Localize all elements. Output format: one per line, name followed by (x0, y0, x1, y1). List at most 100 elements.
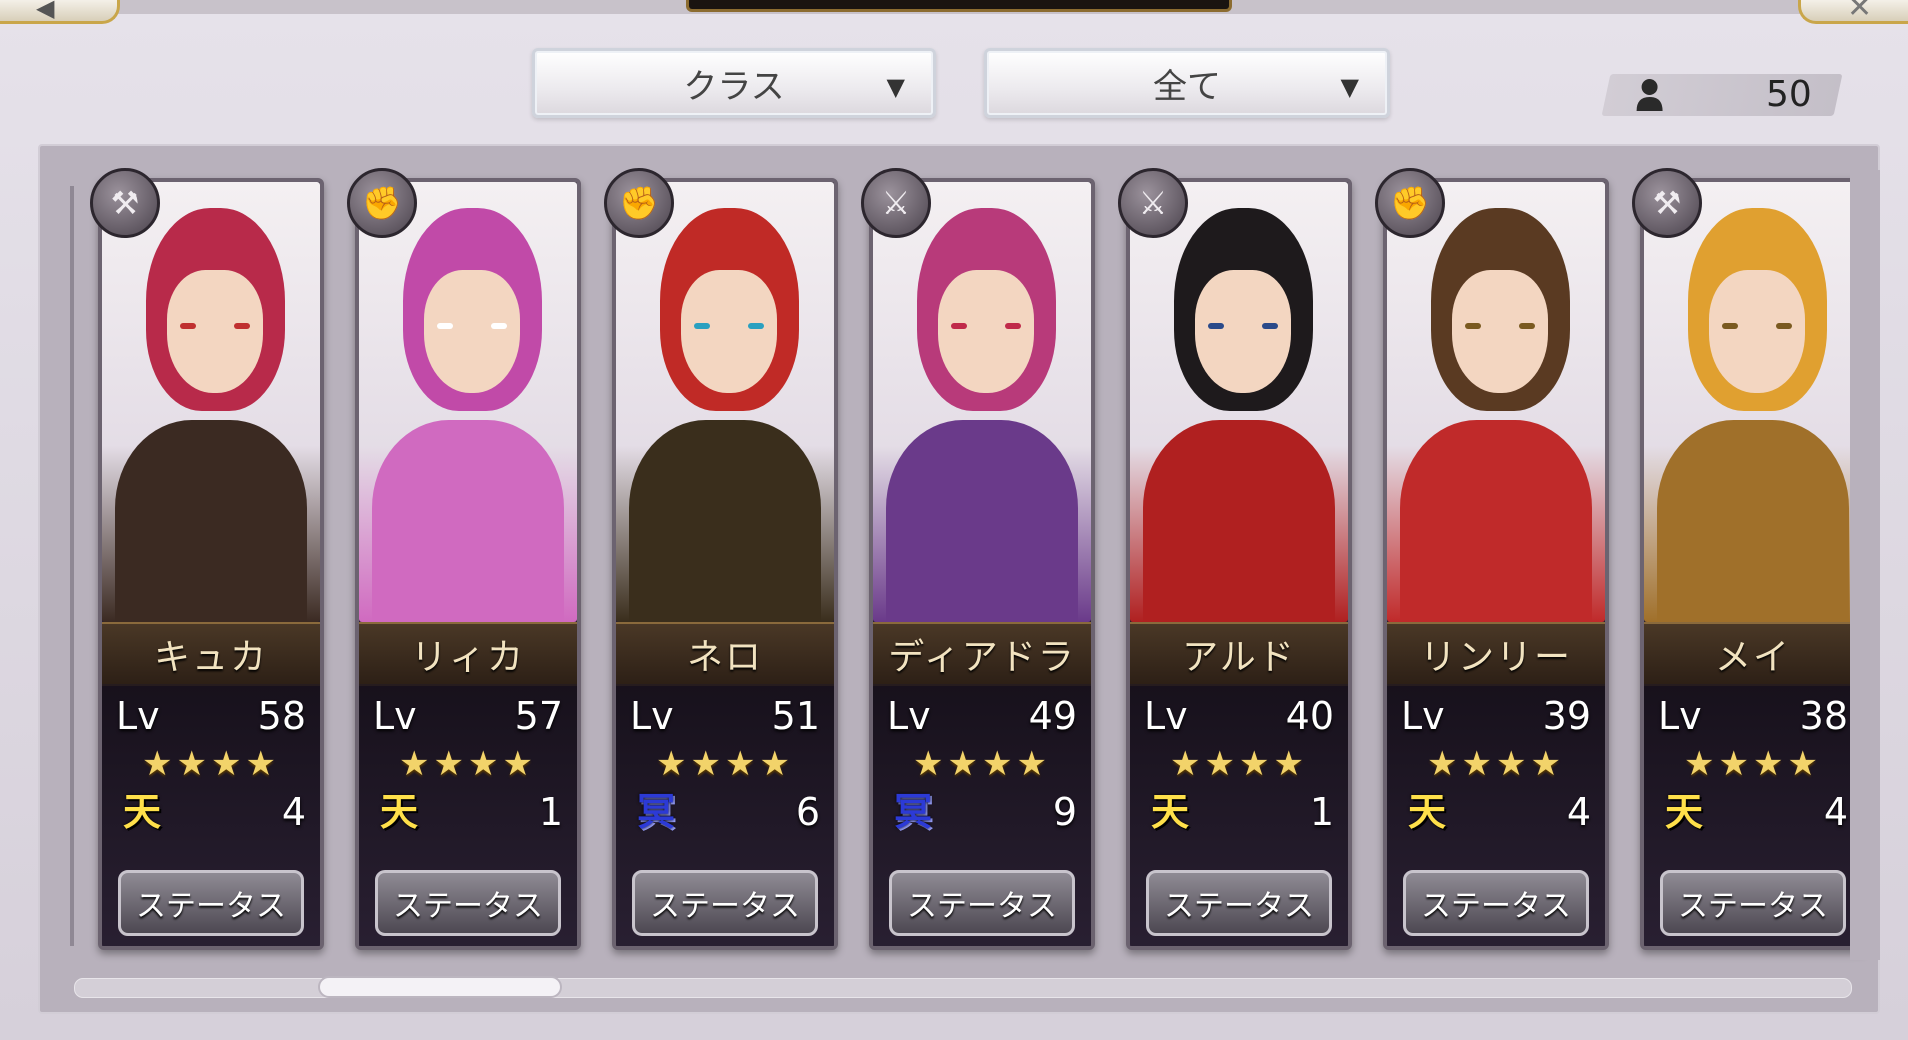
back-icon: ◀ (36, 0, 55, 22)
portrait-eyes (1722, 322, 1793, 329)
portrait-outfit (372, 419, 564, 622)
unit-count: 50 (1766, 74, 1812, 115)
unit-name: リィカ (410, 637, 525, 678)
level-label: Lv (887, 694, 931, 738)
class-filter-label: クラス (683, 66, 785, 107)
element-filter-label: 全て (1153, 66, 1221, 107)
status-button[interactable]: ステータス (375, 870, 561, 936)
level-value: 38 (1799, 694, 1848, 738)
rarity-stars: ★★★★ (1427, 744, 1565, 784)
class-filter-dropdown[interactable]: クラス ▼ (532, 48, 936, 118)
unit-portrait[interactable] (102, 182, 320, 622)
unit-card[interactable]: ⚔ ディアドラ Lv 49 ★★★★ 冥 9 ステータス (861, 168, 1095, 950)
element-value: 4 (1823, 790, 1848, 834)
unit-card[interactable]: ✊ リィカ Lv 57 ★★★★ 天 1 ステータス (347, 168, 581, 950)
status-button[interactable]: ステータス (632, 870, 818, 936)
portrait-outfit (1657, 419, 1849, 622)
unit-stats: Lv 38 ★★★★ 天 4 ステータス (1644, 684, 1862, 946)
portrait-eyes (951, 322, 1022, 329)
portrait-face (1452, 270, 1549, 394)
unit-stats: Lv 39 ★★★★ 天 4 ステータス (1387, 684, 1605, 946)
unit-card[interactable]: ⚒ キュカ Lv 58 ★★★★ 天 4 ステータス (90, 168, 324, 950)
unit-portrait[interactable] (359, 182, 577, 622)
element-icon: 天 (1407, 789, 1446, 834)
header-banner (686, 0, 1232, 12)
element-icon: 天 (1664, 789, 1703, 834)
portrait-face (167, 270, 264, 394)
rarity-stars: ★★★★ (142, 744, 280, 784)
back-button[interactable]: ◀ (0, 0, 120, 24)
portrait-face (424, 270, 521, 394)
level-label: Lv (116, 694, 160, 738)
portrait-eyes (180, 322, 251, 329)
portrait-outfit (1400, 419, 1592, 622)
unit-name-bar: キュカ (102, 622, 320, 686)
level-value: 51 (771, 694, 820, 738)
panel-divider (70, 186, 74, 946)
fist-icon: ✊ (1375, 168, 1445, 238)
unit-name: リンリー (1419, 637, 1572, 678)
level-label: Lv (1401, 694, 1445, 738)
chevron-down-icon: ▼ (886, 73, 905, 101)
unit-stats: Lv 49 ★★★★ 冥 9 ステータス (873, 684, 1091, 946)
portrait-outfit (629, 419, 821, 622)
unit-card[interactable]: ✊ ネロ Lv 51 ★★★★ 冥 6 ステータス (604, 168, 838, 950)
panel-edge (1850, 170, 1880, 960)
rarity-stars: ★★★★ (399, 744, 537, 784)
status-button[interactable]: ステータス (1403, 870, 1589, 936)
unit-name-bar: リンリー (1387, 622, 1605, 686)
element-value: 6 (795, 790, 820, 834)
unit-name: ネロ (686, 637, 763, 678)
status-button[interactable]: ステータス (889, 870, 1075, 936)
status-button[interactable]: ステータス (118, 870, 304, 936)
portrait-face (1195, 270, 1292, 394)
element-value: 4 (1566, 790, 1591, 834)
status-button[interactable]: ステータス (1146, 870, 1332, 936)
rarity-stars: ★★★★ (656, 744, 794, 784)
unit-portrait[interactable] (873, 182, 1091, 622)
portrait-eyes (437, 322, 508, 329)
rarity-stars: ★★★★ (913, 744, 1051, 784)
element-value: 1 (1309, 790, 1334, 834)
portrait-outfit (115, 419, 307, 622)
portrait-outfit (886, 419, 1078, 622)
unit-name-bar: ディアドラ (873, 622, 1091, 686)
unit-name: キュカ (153, 637, 268, 678)
unit-name: メイ (1714, 637, 1791, 678)
unit-name-bar: アルド (1130, 622, 1348, 686)
rarity-stars: ★★★★ (1170, 744, 1308, 784)
rarity-stars: ★★★★ (1684, 744, 1822, 784)
unit-portrait[interactable] (1644, 182, 1862, 622)
close-icon: ✕ (1847, 0, 1873, 25)
status-button[interactable]: ステータス (1660, 870, 1846, 936)
element-icon: 冥 (893, 789, 932, 834)
element-icon: 天 (1150, 789, 1189, 834)
unit-stats: Lv 58 ★★★★ 天 4 ステータス (102, 684, 320, 946)
unit-card[interactable]: ✊ リンリー Lv 39 ★★★★ 天 4 ステータス (1375, 168, 1609, 950)
element-value: 9 (1052, 790, 1077, 834)
unit-portrait[interactable] (616, 182, 834, 622)
unit-card[interactable]: ⚒ メイ Lv 38 ★★★★ 天 4 ステータス (1632, 168, 1866, 950)
level-value: 40 (1285, 694, 1334, 738)
element-filter-dropdown[interactable]: 全て ▼ (984, 48, 1390, 118)
unit-stats: Lv 51 ★★★★ 冥 6 ステータス (616, 684, 834, 946)
level-label: Lv (1658, 694, 1702, 738)
level-label: Lv (1144, 694, 1188, 738)
unit-portrait[interactable] (1387, 182, 1605, 622)
level-value: 39 (1542, 694, 1591, 738)
portrait-outfit (1143, 419, 1335, 622)
unit-portrait[interactable] (1130, 182, 1348, 622)
unit-name-bar: メイ (1644, 622, 1862, 686)
close-button[interactable]: ✕ (1798, 0, 1908, 25)
level-value: 58 (257, 694, 306, 738)
chevron-down-icon: ▼ (1340, 73, 1359, 101)
unit-count-badge: 50 (1601, 74, 1843, 116)
axe-icon: ⚒ (90, 168, 160, 238)
unit-name: アルド (1182, 637, 1296, 678)
unit-card[interactable]: ⚔ アルド Lv 40 ★★★★ 天 1 ステータス (1118, 168, 1352, 950)
fist-icon: ✊ (604, 168, 674, 238)
scrollbar-thumb[interactable] (318, 976, 562, 998)
portrait-eyes (1465, 322, 1536, 329)
unit-stats: Lv 57 ★★★★ 天 1 ステータス (359, 684, 577, 946)
portrait-eyes (694, 322, 765, 329)
